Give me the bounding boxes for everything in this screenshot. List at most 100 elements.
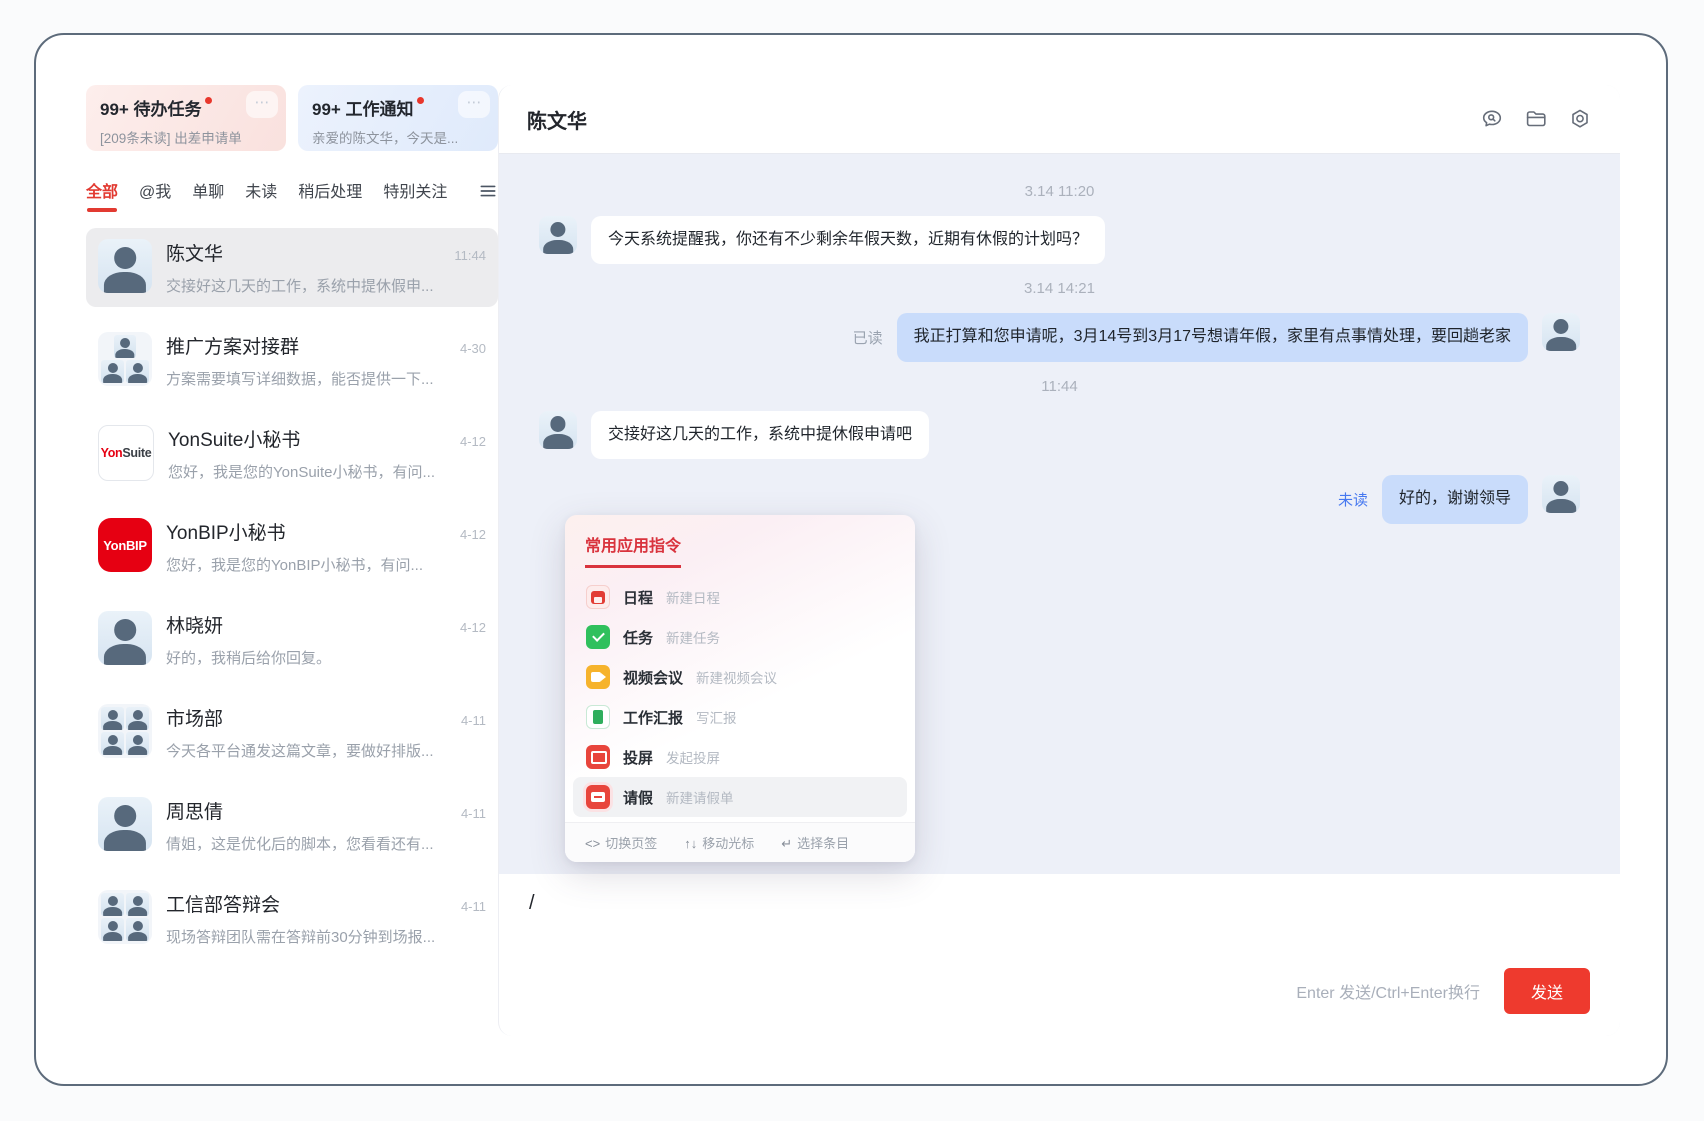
conversation-preview: 您好，我是您的YonBIP小秘书，有问... (166, 554, 486, 575)
command-item-report[interactable]: 工作汇报写汇报 (573, 697, 907, 737)
message-bubble: 交接好这几天的工作，系统中提休假申请吧 (591, 411, 929, 459)
red-dot-badge (205, 97, 212, 104)
read-status: 未读 (1338, 489, 1368, 510)
app-window: 99+ 待办任务 [209条未读] 出差申请单 99+ 工作通知 亲爱的陈文华，… (34, 33, 1668, 1086)
conversation-head: 陈文华11:44 (166, 239, 486, 266)
command-name: 工作汇报 (623, 707, 683, 728)
filter-tab-1[interactable]: @我 (139, 178, 171, 212)
conversation-item[interactable]: 周思倩4-11倩姐，这是优化后的脚本，您看看还有... (86, 786, 498, 865)
message-input[interactable]: / (529, 892, 1590, 968)
filter-tab-5[interactable]: 特别关注 (383, 178, 447, 212)
work-notices-card[interactable]: 99+ 工作通知 亲爱的陈文华，今天是... (298, 85, 498, 151)
command-desc: 新建日程 (666, 587, 720, 607)
command-name: 请假 (623, 787, 653, 808)
group-avatar-cell (101, 918, 124, 941)
group-avatar-cell (101, 893, 124, 916)
conversation-preview: 您好，我是您的YonSuite小秘书，有问... (168, 461, 486, 482)
command-item-leave[interactable]: 请假新建请假单 (573, 777, 907, 817)
command-popup-header: 常用应用指令 (565, 515, 915, 568)
key-label: 选择条目 (797, 836, 849, 851)
group-avatar-cell (126, 893, 149, 916)
conversation-name: 林晓妍 (166, 611, 223, 638)
incoming-message: 交接好这几天的工作，系统中提休假申请吧 (539, 411, 1580, 459)
conversation-main: 推广方案对接群4-30方案需要填写详细数据，能否提供一下... (166, 332, 486, 389)
command-item-cast[interactable]: 投屏发起投屏 (573, 737, 907, 777)
send-button[interactable]: 发送 (1504, 968, 1590, 1014)
folder-icon[interactable] (1524, 107, 1548, 131)
conversation-main: YonBIP小秘书4-12 您好，我是您的YonBIP小秘书，有问... (166, 518, 486, 575)
command-desc: 新建视频会议 (696, 667, 777, 687)
command-list: 日程新建日程任务新建任务视频会议新建视频会议工作汇报写汇报投屏发起投屏请假新建请… (565, 568, 915, 822)
avatar (98, 890, 152, 944)
conversation-preview: 现场答辩团队需在答辩前30分钟到场报... (166, 926, 486, 947)
incoming-message: 今天系统提醒我，你还有不少剩余年假天数，近期有休假的计划吗？ (539, 216, 1580, 264)
message-bubble: 今天系统提醒我，你还有不少剩余年假天数，近期有休假的计划吗？ (591, 216, 1105, 264)
filter-tab-3[interactable]: 未读 (245, 178, 277, 212)
card-subtitle: 亲爱的陈文华，今天是... (312, 127, 484, 147)
conversation-head: 林晓妍4-12 (166, 611, 486, 638)
todo-tasks-card[interactable]: 99+ 待办任务 [209条未读] 出差申请单 (86, 85, 286, 151)
conversation-main: 林晓妍4-12 好的，我稍后给你回复。 (166, 611, 486, 668)
timestamp: 3.14 11:20 (539, 183, 1580, 200)
conversation-item[interactable]: YonBIPYonBIP小秘书4-12您好，我是您的YonBIP小秘书，有问..… (86, 507, 498, 586)
filter-tab-4[interactable]: 稍后处理 (298, 178, 362, 212)
avatar (539, 411, 577, 449)
avatar (98, 704, 152, 758)
message-bubble: 我正打算和您申请呢，3月14号到3月17号想请年假，家里有点事情处理，要回趟老家 (897, 313, 1528, 361)
command-item-task[interactable]: 任务新建任务 (573, 617, 907, 657)
outgoing-message: 已读我正打算和您申请呢，3月14号到3月17号想请年假，家里有点事情处理，要回趟… (539, 313, 1580, 361)
group-avatar-cell (126, 360, 149, 383)
chat-panel: 陈文华 (498, 85, 1620, 1036)
conversation-head: 周思倩4-11 (166, 797, 486, 824)
conversation-preview: 交接好这几天的工作，系统中提休假申... (166, 275, 486, 296)
conversation-name: 市场部 (166, 704, 223, 731)
keyboard-hint: ↵选择条目 (781, 833, 849, 852)
conversation-item[interactable]: 林晓妍4-12 好的，我稍后给你回复。 (86, 600, 498, 679)
conversation-head: YonBIP小秘书4-12 (166, 518, 486, 545)
command-desc: 新建任务 (666, 627, 720, 647)
chat-title: 陈文华 (527, 105, 587, 134)
logo-text: Yon (101, 446, 123, 460)
conversation-time: 4-30 (452, 341, 486, 356)
conversation-item[interactable]: 推广方案对接群4-30方案需要填写详细数据，能否提供一下... (86, 321, 498, 400)
conversation-name: 陈文华 (166, 239, 223, 266)
send-shortcut-hint: Enter 发送/Ctrl+Enter换行 (1296, 979, 1480, 1003)
conversation-item[interactable]: YonSuiteYonSuite小秘书4-12您好，我是您的YonSuite小秘… (86, 414, 498, 493)
keyboard-hint: <>切换页签 (585, 833, 657, 852)
hamburger-menu-icon[interactable] (478, 181, 498, 209)
command-desc: 写汇报 (696, 707, 737, 727)
filter-tab-2[interactable]: 单聊 (192, 178, 224, 212)
chat-history-search-icon[interactable] (1480, 107, 1504, 131)
conversation-name: 工信部答辩会 (166, 890, 280, 917)
conversation-head: YonSuite小秘书4-12 (168, 425, 486, 452)
command-item-video[interactable]: 视频会议新建视频会议 (573, 657, 907, 697)
group-avatar-cell (126, 707, 149, 730)
conversation-main: YonSuite小秘书4-12 您好，我是您的YonSuite小秘书，有问... (168, 425, 486, 482)
calendar-icon (586, 585, 610, 609)
group-avatar-cell (101, 360, 124, 383)
group-avatar-cell (126, 918, 149, 941)
command-item-calendar[interactable]: 日程新建日程 (573, 577, 907, 617)
chat-header: 陈文华 (499, 85, 1620, 154)
avatar (98, 332, 152, 386)
keyboard-hint: ↑↓移动光标 (684, 833, 754, 852)
conversation-preview: 好的，我稍后给你回复。 (166, 647, 486, 668)
filter-tab-0[interactable]: 全部 (86, 178, 118, 212)
conversation-main: 工信部答辩会4-11现场答辩团队需在答辩前30分钟到场报... (166, 890, 486, 947)
work-notices-card-title: 99+ 工作通知 (312, 95, 484, 120)
conversation-item[interactable]: 市场部4-11今天各平台通发这篇文章，要做好排版... (86, 693, 498, 772)
command-popup-footer: <>切换页签 ↑↓移动光标 ↵选择条目 (565, 822, 915, 862)
conversation-item[interactable]: 工信部答辩会4-11现场答辩团队需在答辩前30分钟到场报... (86, 879, 498, 958)
command-name: 视频会议 (623, 667, 683, 688)
group-avatar-cell (101, 707, 124, 730)
group-avatar-cell (101, 732, 124, 755)
command-name: 投屏 (623, 747, 653, 768)
key-glyph: <> (585, 836, 600, 851)
report-icon (586, 705, 610, 729)
conversation-list: 陈文华11:44 交接好这几天的工作，系统中提休假申... 推广方案对接群4-30方… (86, 228, 498, 1036)
tab-list: 全部 @我单聊未读稍后处理特别关注 (86, 178, 478, 212)
settings-icon[interactable] (1568, 107, 1592, 131)
conversation-time: 4-11 (453, 806, 486, 821)
conversation-time: 4-12 (452, 434, 486, 449)
conversation-item[interactable]: 陈文华11:44 交接好这几天的工作，系统中提休假申... (86, 228, 498, 307)
